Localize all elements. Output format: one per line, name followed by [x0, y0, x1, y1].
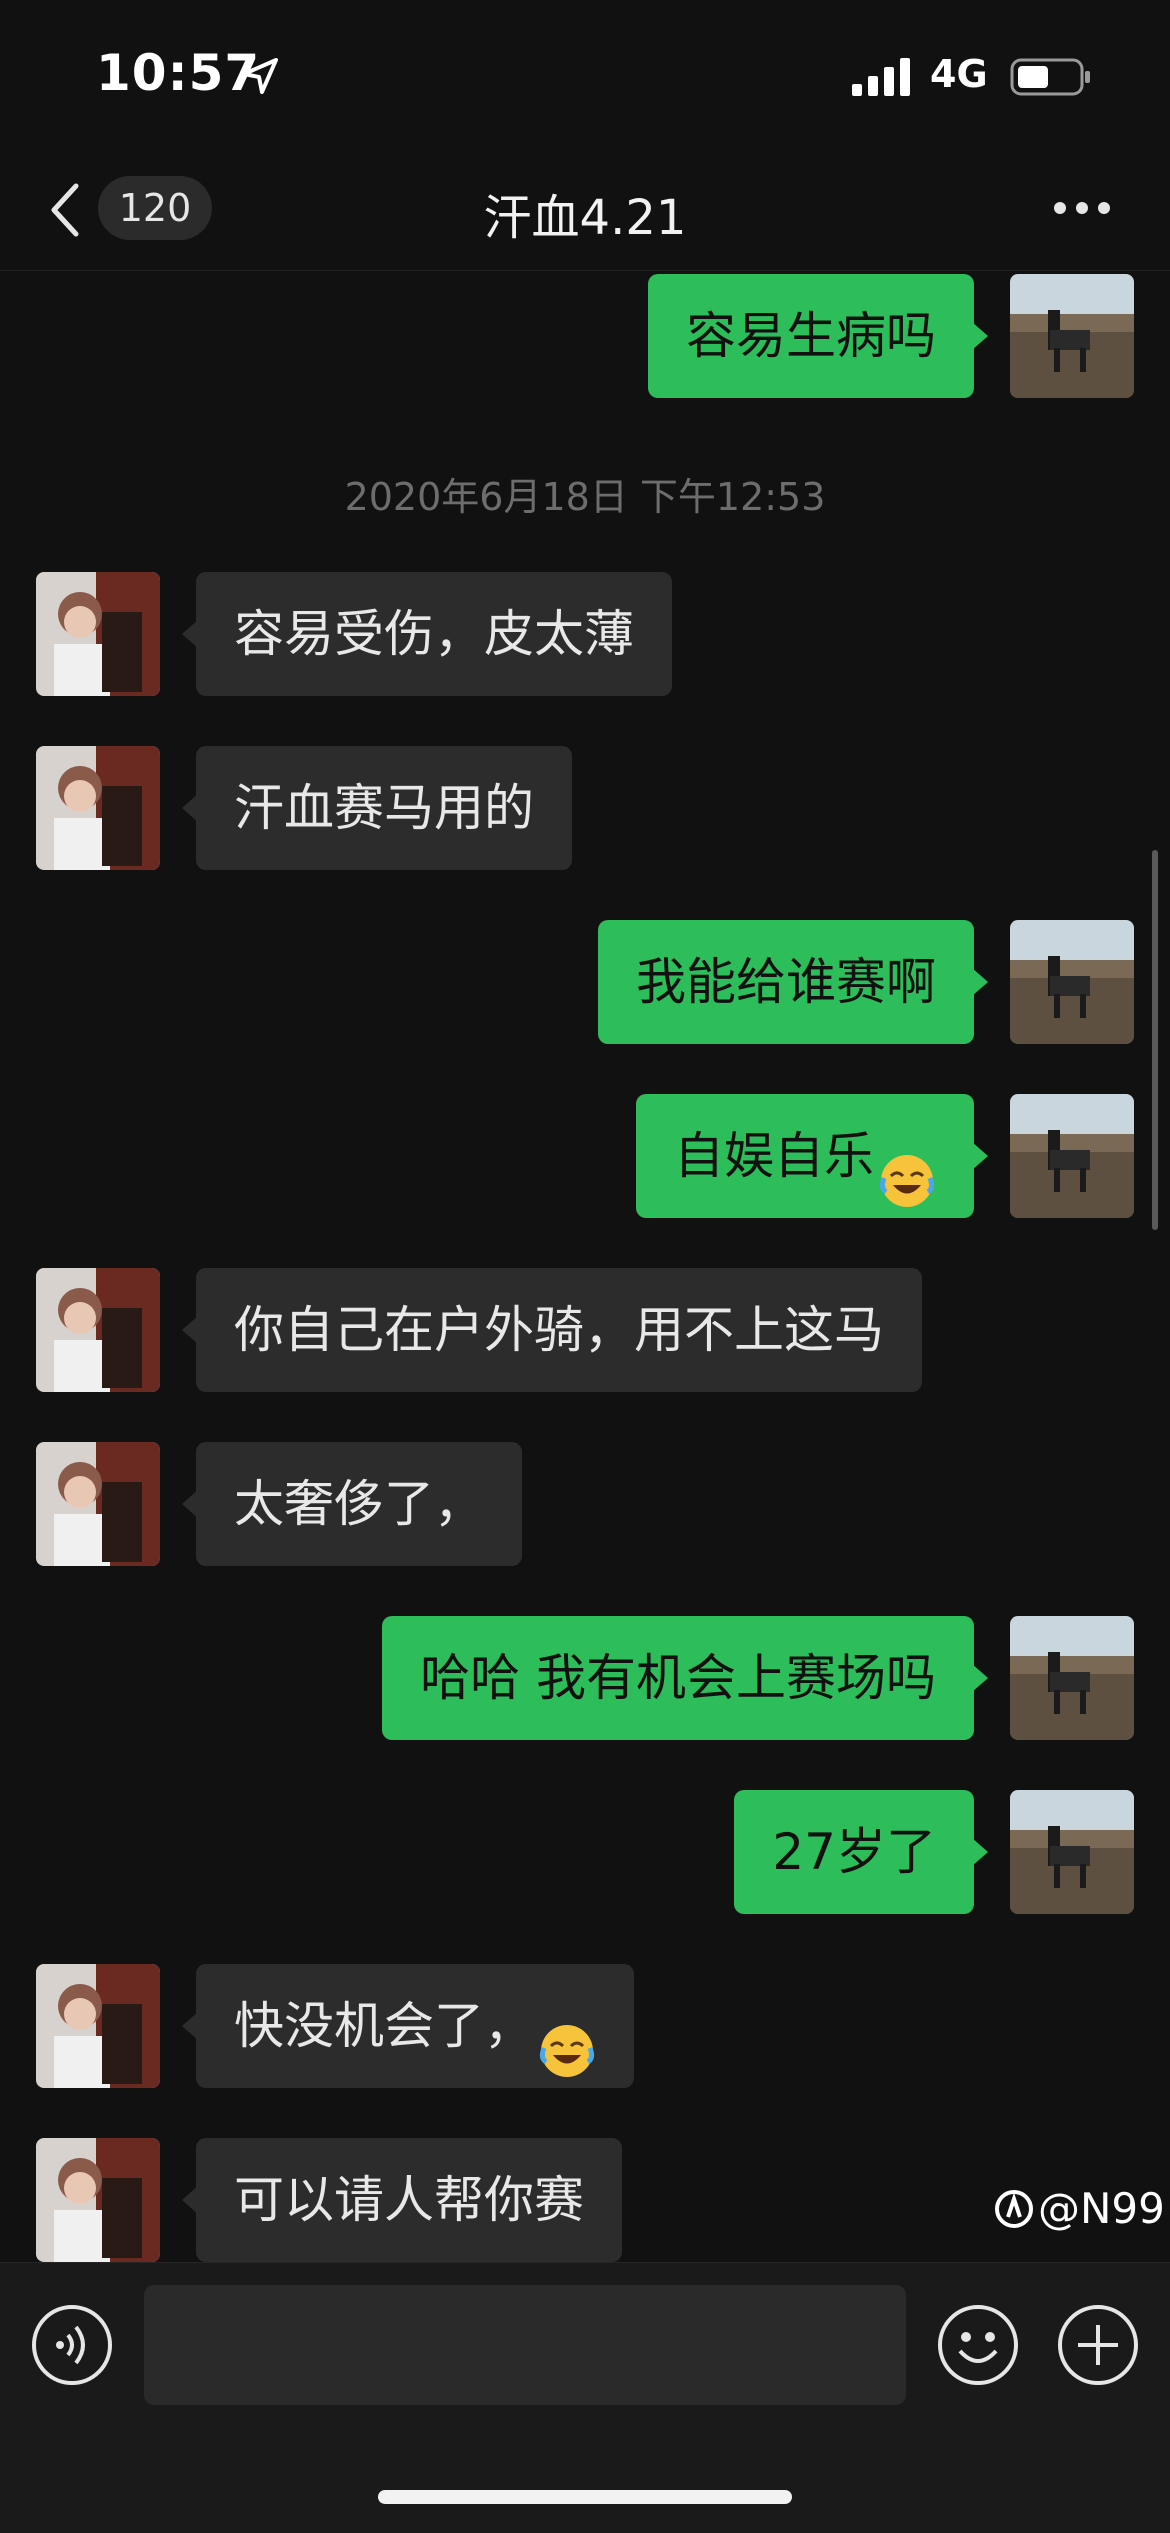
- message-row-outgoing: 27岁了: [0, 1790, 1170, 1914]
- my-avatar[interactable]: [1010, 920, 1134, 1044]
- message-bubble[interactable]: 27岁了: [734, 1790, 988, 1914]
- watermark-text: @N99: [1038, 2184, 1165, 2233]
- contact-avatar[interactable]: [36, 1964, 160, 2088]
- message-text: 汗血赛马用的: [234, 779, 534, 837]
- chat-header: 120 汗血4.21: [0, 150, 1170, 271]
- contact-avatar[interactable]: [36, 2138, 160, 2262]
- chat-title: 汗血4.21: [483, 190, 687, 246]
- plus-icon[interactable]: [1056, 2303, 1140, 2391]
- message-bubble[interactable]: 哈哈 我有机会上赛场吗: [382, 1616, 988, 1740]
- my-avatar[interactable]: [1010, 274, 1134, 398]
- message-text: 太奢侈了，: [234, 1475, 484, 1533]
- message-bubble[interactable]: 可以请人帮你赛: [182, 2138, 622, 2262]
- message-text: 快没机会了，: [234, 1997, 534, 2055]
- message-text: 容易生病吗: [686, 307, 936, 365]
- message-text: 我能给谁赛啊: [636, 953, 936, 1011]
- message-bubble[interactable]: 容易受伤，皮太薄: [182, 572, 672, 696]
- network-type: 4G: [930, 52, 988, 96]
- message-bubble[interactable]: 汗血赛马用的: [182, 746, 572, 870]
- crying-laughing-emoji-icon: [538, 2001, 596, 2077]
- my-avatar[interactable]: [1010, 1616, 1134, 1740]
- my-avatar[interactable]: [1010, 1790, 1134, 1914]
- crying-laughing-emoji-icon: [878, 1131, 936, 1207]
- location-arrow-icon: [240, 56, 280, 100]
- home-indicator[interactable]: [378, 2490, 792, 2504]
- message-bubble[interactable]: 快没机会了，: [182, 1964, 634, 2088]
- message-text: 容易受伤，皮太薄: [234, 605, 634, 663]
- status-time: 10:57: [96, 44, 261, 102]
- weibo-logo-icon: [995, 2190, 1033, 2228]
- message-input[interactable]: [144, 2285, 906, 2405]
- more-options-icon[interactable]: [1052, 200, 1112, 220]
- message-row-outgoing: 我能给谁赛啊: [0, 920, 1170, 1044]
- message-timestamp: 2020年6月18日 下午12:53: [344, 475, 826, 519]
- contact-avatar[interactable]: [36, 1268, 160, 1392]
- message-list[interactable]: 容易生病吗 2020年6月18日 下午12:53 容易受伤，皮太薄 汗血赛马用的…: [0, 270, 1170, 2262]
- message-row-incoming: 汗血赛马用的: [0, 746, 1170, 870]
- message-text: 27岁了: [772, 1823, 936, 1881]
- battery-icon: [1010, 58, 1092, 100]
- watermark: @N99: [994, 2184, 1165, 2233]
- message-row-outgoing: 容易生病吗: [0, 274, 1170, 398]
- message-bubble[interactable]: 你自己在户外骑，用不上这马: [182, 1268, 922, 1392]
- message-row-incoming: 容易受伤，皮太薄: [0, 572, 1170, 696]
- message-text: 可以请人帮你赛: [234, 2171, 584, 2229]
- message-bubble[interactable]: 容易生病吗: [648, 274, 988, 398]
- message-bubble[interactable]: 自娱自乐: [636, 1094, 988, 1218]
- message-text: 自娱自乐: [674, 1127, 874, 1185]
- message-text: 你自己在户外骑，用不上这马: [234, 1301, 884, 1359]
- contact-avatar[interactable]: [36, 746, 160, 870]
- message-row-incoming: 太奢侈了，: [0, 1442, 1170, 1566]
- status-bar: 10:57 4G: [0, 0, 1170, 150]
- contact-avatar[interactable]: [36, 572, 160, 696]
- message-row-outgoing: 哈哈 我有机会上赛场吗: [0, 1616, 1170, 1740]
- message-row-incoming: 你自己在户外骑，用不上这马: [0, 1268, 1170, 1392]
- contact-avatar[interactable]: [36, 1442, 160, 1566]
- scrollbar[interactable]: [1152, 850, 1158, 1230]
- voice-input-icon[interactable]: [30, 2303, 114, 2391]
- message-text: 哈哈 我有机会上赛场吗: [420, 1649, 936, 1707]
- message-row-incoming: 快没机会了，: [0, 1964, 1170, 2088]
- emoji-picker-icon[interactable]: [936, 2303, 1020, 2391]
- cellular-signal-icon: [852, 58, 914, 100]
- message-bubble[interactable]: 太奢侈了，: [182, 1442, 522, 1566]
- message-row-outgoing: 自娱自乐: [0, 1094, 1170, 1218]
- message-bubble[interactable]: 我能给谁赛啊: [598, 920, 988, 1044]
- my-avatar[interactable]: [1010, 1094, 1134, 1218]
